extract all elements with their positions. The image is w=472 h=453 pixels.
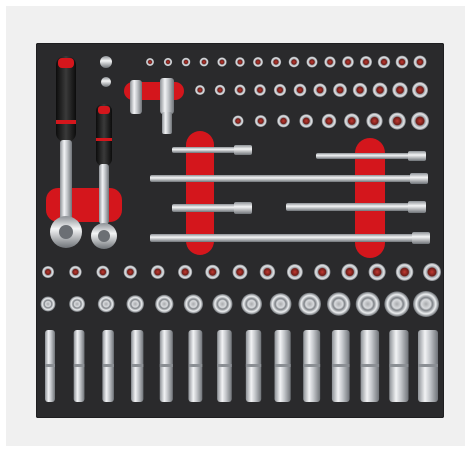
- socket: [126, 295, 144, 313]
- deep-socket: [73, 330, 85, 402]
- deep-socket: [418, 330, 438, 402]
- socket: [183, 294, 203, 314]
- socket: [293, 83, 307, 97]
- deep-socket: [389, 330, 409, 402]
- deep-socket: [45, 330, 55, 402]
- socket: [212, 293, 233, 315]
- small-socket-rows: [146, 55, 429, 130]
- socket: [341, 263, 359, 281]
- deep-socket: [274, 330, 291, 402]
- socket: [286, 264, 303, 280]
- socket: [388, 112, 406, 130]
- socket: [273, 83, 287, 97]
- socket: [412, 82, 428, 98]
- socket: [232, 115, 244, 127]
- socket: [413, 291, 439, 317]
- socket: [259, 264, 276, 280]
- socket: [411, 112, 429, 130]
- deep-socket: [245, 330, 262, 402]
- socket: [254, 84, 266, 96]
- deep-socket: [102, 330, 114, 402]
- socket: [42, 266, 54, 278]
- socket: [123, 265, 137, 279]
- socket: [150, 265, 165, 279]
- ratchet-small: [91, 104, 117, 249]
- deep-socket: [159, 330, 173, 402]
- socket: [377, 55, 391, 69]
- socket: [97, 295, 115, 313]
- socket: [146, 58, 154, 66]
- deep-socket-row: [45, 330, 438, 402]
- socket: [234, 84, 246, 96]
- socket: [205, 264, 220, 280]
- socket: [69, 296, 85, 312]
- deep-socket: [360, 330, 380, 402]
- socket: [277, 114, 290, 128]
- socket: [214, 84, 226, 96]
- socket: [342, 56, 354, 68]
- deep-socket: [188, 330, 203, 402]
- socket: [395, 263, 414, 281]
- socket: [321, 113, 337, 129]
- socket: [253, 57, 263, 67]
- socket: [269, 293, 292, 315]
- socket: [306, 56, 318, 68]
- socket: [178, 264, 193, 280]
- socket: [241, 293, 262, 315]
- socket: [254, 115, 267, 127]
- socket: [232, 264, 248, 280]
- socket: [195, 85, 205, 95]
- socket: [384, 291, 410, 317]
- socket: [344, 113, 360, 129]
- deep-socket: [131, 330, 144, 402]
- socket: [155, 294, 174, 314]
- socket: [235, 57, 245, 67]
- socket: [40, 296, 56, 312]
- socket: [392, 82, 408, 98]
- socket: [199, 57, 209, 67]
- socket: [288, 56, 300, 68]
- socket: [314, 263, 331, 281]
- socket: [413, 55, 427, 69]
- socket: [299, 114, 314, 128]
- socket: [96, 265, 110, 279]
- deep-socket: [331, 330, 350, 402]
- socket: [327, 292, 351, 316]
- tool-set-illustration: [40, 55, 441, 402]
- socket: [423, 263, 441, 281]
- socket: [372, 82, 388, 98]
- socket: [366, 112, 383, 130]
- socket: [368, 263, 386, 281]
- socket: [69, 265, 82, 279]
- socket: [360, 56, 372, 68]
- socket: [352, 82, 368, 98]
- socket: [298, 292, 322, 316]
- deep-socket: [303, 330, 321, 402]
- socket: [355, 291, 380, 317]
- socket: [333, 83, 347, 97]
- socket: [163, 57, 173, 67]
- socket: [270, 56, 282, 68]
- socket: [181, 57, 191, 67]
- deep-socket: [217, 330, 232, 402]
- socket: [324, 56, 336, 68]
- socket: [313, 83, 327, 97]
- socket: [395, 55, 409, 69]
- socket: [217, 57, 227, 67]
- socket-rows-middle: [40, 263, 441, 317]
